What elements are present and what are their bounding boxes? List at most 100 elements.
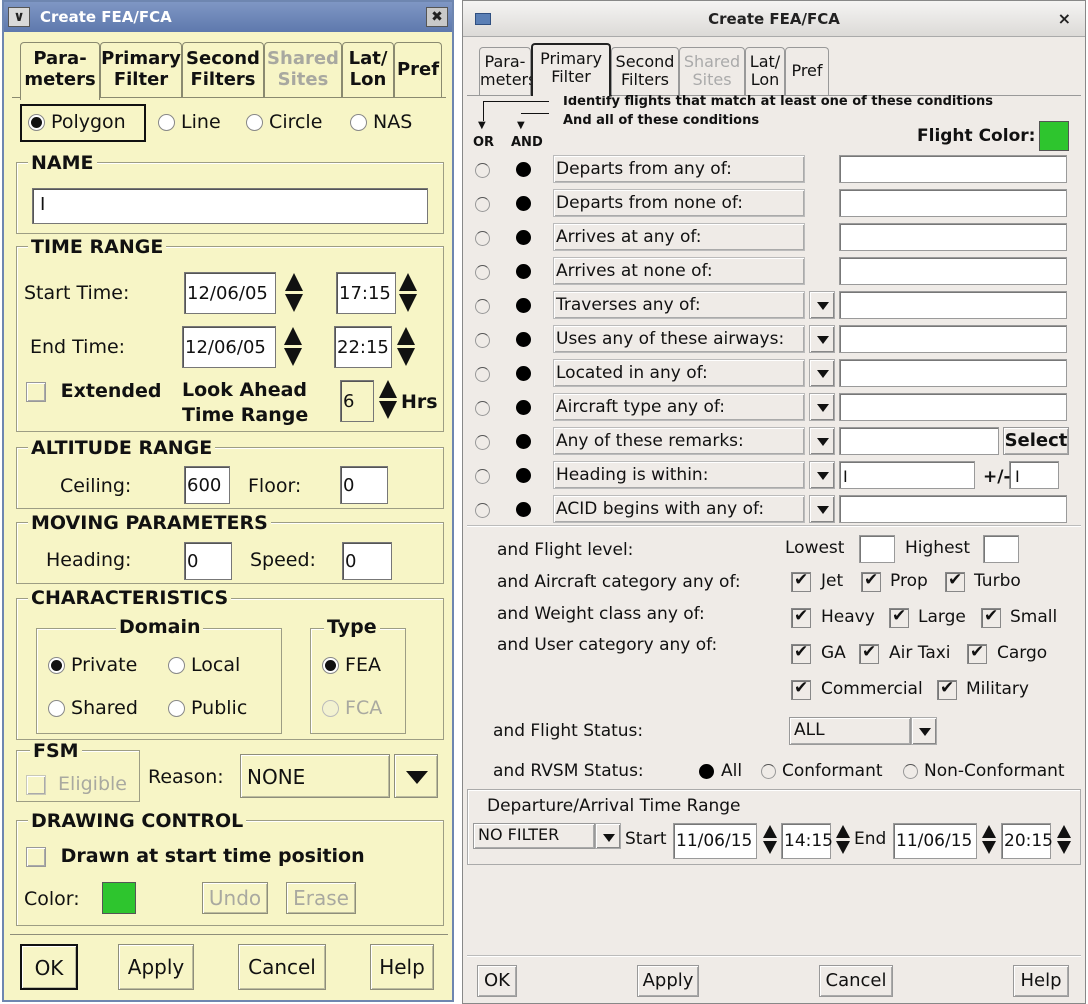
or-radio[interactable] [475, 367, 490, 382]
dep-arr-end-time-spinner[interactable] [1057, 825, 1071, 854]
spin-up-icon[interactable] [284, 327, 302, 345]
tab-second-filters[interactable]: Second Filters [611, 47, 679, 95]
floor-field[interactable]: 0 [340, 466, 388, 504]
and-radio[interactable] [516, 434, 531, 449]
small-checkbox[interactable] [981, 606, 1001, 628]
and-radio[interactable] [516, 264, 531, 279]
dep-arr-start-time[interactable]: 14:15 [781, 823, 833, 859]
condition-input[interactable] [839, 427, 999, 455]
start-time-field[interactable]: 17:15 [336, 272, 396, 314]
or-radio[interactable] [475, 197, 490, 212]
look-ahead-spinner[interactable] [379, 380, 399, 419]
or-radio[interactable] [475, 469, 490, 484]
start-date-field[interactable]: 12/06/05 [184, 272, 276, 314]
and-radio[interactable] [516, 332, 531, 347]
cancel-button[interactable]: Cancel [819, 965, 893, 997]
condition-input[interactable] [839, 155, 1067, 183]
start-time-spinner[interactable] [399, 273, 419, 312]
and-radio[interactable] [516, 468, 531, 483]
spin-down-icon[interactable] [397, 348, 415, 366]
end-time-spinner[interactable] [397, 327, 417, 366]
condition-input[interactable] [839, 257, 1067, 285]
condition-input[interactable] [839, 291, 1067, 319]
end-date-spinner[interactable] [284, 327, 304, 366]
domain-radio-shared[interactable]: Shared [48, 697, 138, 719]
window-menu-icon[interactable] [475, 13, 491, 25]
dep-arr-start-time-spinner[interactable] [836, 825, 850, 854]
or-radio[interactable] [475, 401, 490, 416]
prop-checkbox[interactable] [861, 570, 881, 592]
spin-down-icon[interactable] [284, 348, 302, 366]
select-button[interactable]: Select [1003, 427, 1069, 455]
ok-button[interactable]: OK [20, 944, 78, 990]
tab-primary-filter[interactable]: Primary Filter [531, 43, 611, 96]
spin-down-icon[interactable] [763, 841, 777, 854]
tab-pref[interactable]: Pref [394, 42, 442, 98]
ga-checkbox[interactable] [791, 642, 811, 664]
spin-down-icon[interactable] [399, 294, 417, 312]
apply-button[interactable]: Apply [118, 944, 194, 990]
help-button[interactable]: Help [370, 944, 434, 990]
condition-dropdown-arrow[interactable] [809, 359, 835, 387]
commercial-checkbox[interactable] [791, 678, 811, 700]
flight-status-dropdown[interactable]: ALL [789, 717, 911, 745]
and-radio[interactable] [516, 298, 531, 313]
spin-up-icon[interactable] [836, 825, 850, 838]
window-menu-icon[interactable]: ∨ [8, 7, 30, 27]
dep-arr-filter-arrow[interactable] [595, 823, 621, 849]
and-radio[interactable] [516, 502, 531, 517]
spin-down-icon[interactable] [982, 841, 996, 854]
tab-parameters[interactable]: Para- meters [479, 47, 536, 95]
tab-parameters[interactable]: Para- meters [20, 42, 100, 100]
dep-arr-end-date[interactable]: 11/06/15 [893, 823, 977, 859]
help-button[interactable]: Help [1013, 965, 1069, 997]
condition-dropdown-arrow[interactable] [809, 291, 835, 319]
condition-dropdown-arrow[interactable] [809, 495, 835, 523]
name-input[interactable] [32, 188, 428, 224]
condition-input[interactable] [839, 495, 1067, 523]
apply-button[interactable]: Apply [637, 965, 699, 997]
spin-down-icon[interactable] [836, 841, 850, 854]
heavy-checkbox[interactable] [791, 606, 811, 628]
ceiling-field[interactable]: 600 [184, 466, 230, 504]
cargo-checkbox[interactable] [967, 642, 987, 664]
military-checkbox[interactable] [937, 678, 957, 700]
large-checkbox[interactable] [889, 606, 909, 628]
condition-input[interactable] [839, 461, 975, 489]
or-radio[interactable] [475, 299, 490, 314]
and-radio[interactable] [516, 366, 531, 381]
condition-dropdown-arrow[interactable] [809, 325, 835, 353]
reason-dropdown[interactable]: NONE [240, 754, 390, 798]
or-radio[interactable] [475, 163, 490, 178]
look-ahead-field[interactable]: 6 [340, 380, 374, 422]
rvsm-radio-non-conformant[interactable] [903, 764, 918, 779]
and-radio[interactable] [516, 162, 531, 177]
condition-dropdown-arrow[interactable] [809, 461, 835, 489]
end-time-field[interactable]: 22:15 [334, 326, 392, 368]
tab-lat-lon[interactable]: Lat/ Lon [745, 47, 785, 95]
air-taxi-checkbox[interactable] [859, 642, 879, 664]
dep-arr-end-time[interactable]: 20:15 [1001, 823, 1053, 859]
reason-dropdown-arrow[interactable] [394, 754, 438, 798]
dep-arr-filter-dropdown[interactable]: NO FILTER [473, 823, 595, 849]
spin-down-icon[interactable] [1057, 841, 1071, 854]
tab-pref[interactable]: Pref [785, 47, 829, 95]
ok-button[interactable]: OK [477, 965, 517, 997]
color-swatch[interactable] [102, 882, 136, 914]
close-icon[interactable]: ✖ [426, 7, 448, 27]
condition-input[interactable] [839, 223, 1067, 251]
rvsm-radio-conformant[interactable] [761, 764, 776, 779]
spin-up-icon[interactable] [397, 327, 415, 345]
spin-up-icon[interactable] [982, 825, 996, 838]
extended-checkbox[interactable]: Extended [26, 380, 161, 402]
shape-radio-nas[interactable]: NAS [350, 111, 412, 133]
shape-radio-line[interactable]: Line [158, 111, 221, 133]
dep-arr-end-date-spinner[interactable] [982, 825, 996, 854]
turbo-checkbox[interactable] [945, 570, 965, 592]
spin-down-icon[interactable] [379, 401, 397, 419]
speed-field[interactable]: 0 [342, 542, 392, 580]
tab-second-filters[interactable]: Second Filters [182, 42, 264, 98]
spin-up-icon[interactable] [379, 380, 397, 398]
or-radio[interactable] [475, 333, 490, 348]
close-icon[interactable]: × [1058, 1, 1071, 37]
